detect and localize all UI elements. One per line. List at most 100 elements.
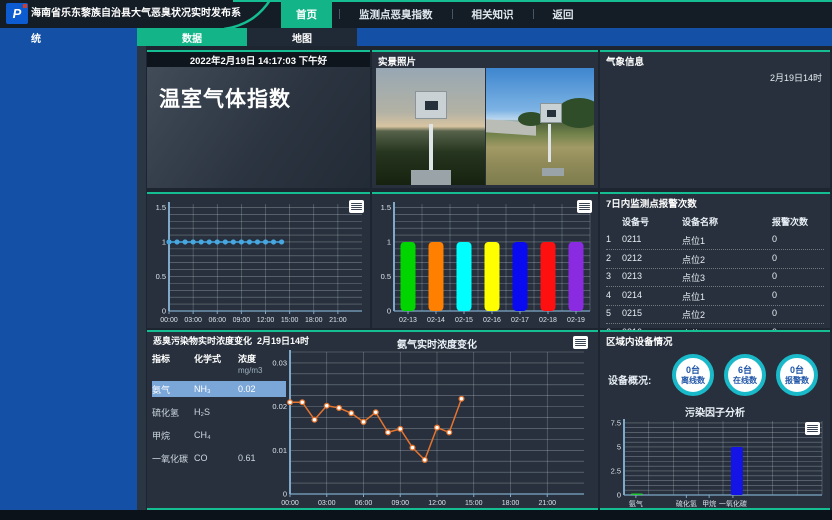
devices-overview-label: 设备概况: — [608, 372, 651, 387]
app-title-line1: 海南省乐东黎族自治县大气恶臭状况实时发布系 — [31, 8, 241, 19]
table-cell: 0214 — [622, 290, 682, 303]
chart-toolbox-icon[interactable] — [573, 336, 588, 349]
pollutant-row[interactable]: 硫化氢H₂S — [152, 404, 286, 420]
alarm-table: 设备号 设备名称 报警次数 10211点位1020212点位2030213点位3… — [606, 212, 824, 343]
svg-text:21:00: 21:00 — [538, 500, 556, 507]
table-cell: 点位1 — [682, 234, 772, 247]
device-screen — [425, 101, 438, 110]
table-cell: 一氧化碳 — [152, 452, 194, 465]
chart-toolbox-icon[interactable] — [349, 200, 364, 213]
table-cell: H₂S — [194, 407, 238, 417]
menu-item-odor-index[interactable]: 监测点恶臭指数 — [347, 0, 445, 28]
table-cell: 0213 — [622, 271, 682, 284]
pollutant-row[interactable]: 一氧化碳CO0.61 — [152, 450, 286, 466]
svg-text:21:00: 21:00 — [329, 317, 347, 324]
alarm-count: 0台 — [790, 365, 804, 375]
alarm-col-device-name: 设备名称 — [682, 215, 772, 228]
table-cell: 0 — [772, 234, 824, 247]
svg-text:1: 1 — [387, 237, 391, 246]
menu-separator — [452, 9, 453, 19]
svg-text:0.03: 0.03 — [272, 358, 287, 367]
daily-index-panel: 00.511.502-1302-1402-1502-1602-1702-1802… — [372, 192, 598, 328]
pollutant-header-text: 恶臭污染物实时浓度变化 — [153, 336, 252, 346]
svg-text:02-13: 02-13 — [399, 317, 417, 324]
chart-toolbox-icon[interactable] — [805, 422, 820, 435]
menu-separator — [339, 9, 340, 19]
svg-text:12:00: 12:00 — [428, 500, 446, 507]
svg-text:06:00: 06:00 — [208, 317, 226, 324]
table-cell: 点位1 — [682, 290, 772, 303]
svg-text:12:00: 12:00 — [257, 317, 275, 324]
pollutant-table: 指标 化学式 浓度mg/m3 氨气NH₃0.02硫化氢H₂S甲烷CH₄一氧化碳C… — [152, 352, 286, 473]
pollutant-panel: 恶臭污染物实时浓度变化 2月19日14时 指标 化学式 浓度mg/m3 氨气NH… — [147, 330, 598, 510]
device-screen — [547, 110, 556, 117]
tab-data[interactable]: 数据 — [137, 28, 247, 46]
table-cell: 点位2 — [682, 253, 772, 266]
online-count-badge: 6台 在线数 — [724, 354, 766, 396]
table-row: 30213点位30 — [606, 269, 824, 288]
svg-text:02-19: 02-19 — [567, 317, 585, 324]
svg-text:15:00: 15:00 — [465, 500, 483, 507]
svg-text:0.5: 0.5 — [381, 272, 391, 281]
online-count: 6台 — [738, 365, 752, 375]
pollution-factor-chart: 02.557.5氨气硫化氢甲烷一氧化碳 — [602, 418, 828, 508]
table-cell: 点位3 — [682, 271, 772, 284]
svg-text:0.5: 0.5 — [156, 272, 166, 281]
table-row: 10211点位10 — [606, 232, 824, 251]
table-cell: NH₃ — [194, 384, 238, 394]
daily-index-chart: 00.511.502-1302-1402-1502-1602-1702-1802… — [374, 196, 596, 326]
svg-text:00:00: 00:00 — [160, 317, 178, 324]
app-logo: P — [6, 3, 28, 24]
poll-col-formula: 化学式 — [194, 352, 238, 375]
ammonia-trend-chart: 00.010.020.0300:0003:0006:0009:0012:0015… — [272, 348, 594, 510]
alarm-count-badge: 0台 报警数 — [776, 354, 818, 396]
tree — [557, 98, 594, 128]
pollutant-row[interactable]: 甲烷CH₄ — [152, 427, 286, 443]
menu-item-knowledge[interactable]: 相关知识 — [460, 0, 526, 28]
table-cell: 5 — [606, 308, 622, 321]
alarm-count-panel: 7日内监测点报警次数 设备号 设备名称 报警次数 10211点位1020212点… — [600, 192, 830, 328]
chart-toolbox-icon[interactable] — [577, 200, 592, 213]
table-cell: 0 — [772, 271, 824, 284]
hero-area: 温室气体指数 — [147, 67, 370, 188]
tab-map[interactable]: 地图 — [247, 28, 357, 46]
table-row: 20212点位20 — [606, 250, 824, 269]
table-cell: 氨气 — [152, 383, 194, 396]
table-cell: 硫化氢 — [152, 406, 194, 419]
table-row: 40214点位10 — [606, 287, 824, 306]
photos-header: 实景照片 — [372, 52, 598, 68]
svg-text:03:00: 03:00 — [184, 317, 202, 324]
table-cell: 甲烷 — [152, 429, 194, 442]
monitor-pole — [548, 124, 551, 161]
menu-item-back[interactable]: 返回 — [541, 0, 586, 28]
table-cell: 0 — [772, 308, 824, 321]
svg-text:0.02: 0.02 — [272, 402, 287, 411]
alarm-col-device-id: 设备号 — [622, 215, 682, 228]
factor-chart-title: 污染因子分析 — [600, 404, 830, 419]
table-cell: 2 — [606, 253, 622, 266]
menu-item-home[interactable]: 首页 — [281, 0, 332, 28]
table-cell: CH₄ — [194, 430, 238, 440]
svg-text:硫化氢: 硫化氢 — [676, 499, 697, 508]
weather-header: 气象信息 — [600, 52, 830, 68]
menu-separator — [533, 9, 534, 19]
monitor-device — [540, 103, 562, 123]
svg-text:1: 1 — [162, 237, 166, 246]
table-row: 50215点位20 — [606, 306, 824, 325]
svg-text:09:00: 09:00 — [233, 317, 251, 324]
table-cell: 3 — [606, 271, 622, 284]
alarm-label: 报警数 — [785, 376, 809, 385]
alarm-col-index — [606, 215, 622, 228]
svg-text:7.5: 7.5 — [611, 418, 621, 427]
svg-text:0: 0 — [617, 491, 621, 500]
table-cell: 0 — [772, 253, 824, 266]
svg-text:0: 0 — [387, 307, 391, 316]
svg-text:02-14: 02-14 — [427, 317, 445, 324]
clock-bar: 2022年2月19日 14:17:03 下午好 — [147, 52, 370, 67]
devices-header: 区域内设备情况 — [600, 332, 830, 348]
table-cell: 0 — [772, 290, 824, 303]
table-cell: CO — [194, 453, 238, 463]
svg-text:甲烷: 甲烷 — [702, 499, 716, 508]
pollutant-row[interactable]: 氨气NH₃0.02 — [152, 381, 286, 397]
svg-text:02-17: 02-17 — [511, 317, 529, 324]
